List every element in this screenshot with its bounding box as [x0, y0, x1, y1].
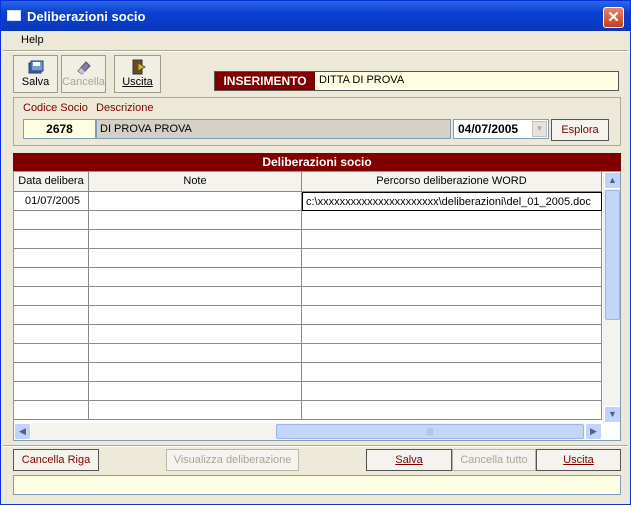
toolbar-save-label: Salva	[21, 76, 50, 88]
table-cell[interactable]	[89, 211, 302, 230]
table-cell[interactable]	[14, 306, 89, 325]
table-cell[interactable]	[302, 363, 602, 382]
table-cell[interactable]	[14, 363, 89, 382]
member-description-label: Descrizione	[96, 102, 154, 114]
delete-row-button[interactable]: Cancella Riga	[13, 449, 99, 471]
table-row[interactable]	[14, 287, 602, 306]
table-row[interactable]	[14, 401, 602, 420]
exit-door-icon	[132, 59, 146, 75]
toolbar-exit-button[interactable]: Uscita	[114, 55, 161, 93]
table-cell[interactable]	[89, 363, 302, 382]
toolbar-save-button[interactable]: Salva	[13, 55, 58, 93]
table-cell[interactable]	[302, 401, 602, 420]
menu-help[interactable]: Help	[21, 34, 44, 46]
deliberations-grid: Data delibera Note Percorso deliberazion…	[13, 171, 621, 441]
table-cell[interactable]	[302, 268, 602, 287]
delete-all-button[interactable]: Cancella tutto	[452, 449, 536, 471]
chevron-down-icon[interactable]: ▼	[532, 121, 547, 137]
toolbar-delete-label: Cancella	[62, 76, 105, 88]
table-cell[interactable]	[14, 382, 89, 401]
member-description-field[interactable]: DI PROVA PROVA	[96, 119, 451, 139]
table-cell[interactable]	[14, 211, 89, 230]
table-row[interactable]	[14, 268, 602, 287]
mode-label: INSERIMENTO	[215, 72, 315, 90]
view-deliberation-button[interactable]: Visualizza deliberazione	[166, 449, 299, 471]
save-icon	[28, 60, 43, 74]
table-cell[interactable]	[89, 192, 302, 211]
table-cell[interactable]	[14, 249, 89, 268]
table-cell[interactable]	[89, 306, 302, 325]
table-cell[interactable]	[302, 249, 602, 268]
member-code-field[interactable]: 2678	[23, 119, 96, 139]
table-row[interactable]	[14, 363, 602, 382]
horizontal-scroll-thumb[interactable]: |||	[276, 424, 584, 439]
table-row[interactable]	[14, 325, 602, 344]
table-cell[interactable]	[14, 325, 89, 344]
column-header-notes[interactable]: Note	[89, 172, 302, 192]
vertical-scroll-thumb[interactable]	[605, 190, 620, 320]
table-row[interactable]	[14, 382, 602, 401]
eraser-icon	[76, 61, 91, 75]
menu-bar: Help	[1, 31, 630, 50]
vertical-scrollbar[interactable]: ▲ ▼	[603, 172, 620, 423]
toolbar-exit-label: Uscita	[122, 76, 153, 88]
grid-caption: Deliberazioni socio	[13, 153, 621, 171]
table-cell[interactable]	[89, 382, 302, 401]
table-row[interactable]	[14, 230, 602, 249]
column-header-date[interactable]: Data delibera	[14, 172, 89, 192]
table-cell[interactable]	[89, 325, 302, 344]
close-button[interactable]: ✕	[603, 7, 624, 28]
table-cell[interactable]	[89, 268, 302, 287]
table-cell[interactable]	[302, 211, 602, 230]
table-row[interactable]	[14, 306, 602, 325]
table-cell[interactable]	[89, 287, 302, 306]
bottom-separator	[3, 445, 628, 447]
scroll-up-icon[interactable]: ▲	[604, 172, 620, 189]
horizontal-scrollbar[interactable]: ◀ ||| ▶	[14, 423, 602, 440]
table-cell[interactable]	[14, 344, 89, 363]
app-window: Deliberazioni socio ✕ Help Salva Cancell…	[0, 0, 631, 505]
scroll-down-icon[interactable]: ▼	[604, 406, 620, 423]
table-cell[interactable]	[302, 230, 602, 249]
title-bar[interactable]: Deliberazioni socio ✕	[1, 1, 630, 31]
scroll-right-icon[interactable]: ▶	[585, 423, 602, 440]
table-cell[interactable]	[302, 287, 602, 306]
scroll-left-icon[interactable]: ◀	[14, 423, 31, 440]
window-icon	[7, 10, 21, 21]
save-button[interactable]: Salva	[366, 449, 452, 471]
table-cell[interactable]: 01/07/2005	[14, 192, 89, 211]
table-cell[interactable]	[89, 230, 302, 249]
table-row[interactable]: 01/07/2005 c:\xxxxxxxxxxxxxxxxxxxxxx\deli…	[14, 192, 602, 211]
table-row[interactable]	[14, 249, 602, 268]
menu-separator	[3, 50, 628, 52]
table-cell[interactable]	[89, 249, 302, 268]
column-header-path[interactable]: Percorso deliberazione WORD	[302, 172, 602, 192]
table-cell[interactable]	[14, 287, 89, 306]
member-code-label: Codice Socio	[23, 102, 88, 114]
explore-button[interactable]: Esplora	[551, 119, 609, 141]
table-cell[interactable]	[302, 306, 602, 325]
date-value: 04/07/2005	[458, 122, 519, 136]
table-cell[interactable]	[302, 382, 602, 401]
exit-button[interactable]: Uscita	[536, 449, 621, 471]
table-cell[interactable]	[302, 325, 602, 344]
status-bar	[13, 475, 621, 495]
company-name: DITTA DI PROVA	[319, 74, 405, 86]
toolbar-delete-button[interactable]: Cancella	[61, 55, 106, 93]
table-cell[interactable]: c:\xxxxxxxxxxxxxxxxxxxxxx\deliberazioni\…	[302, 192, 602, 211]
table-cell[interactable]	[89, 401, 302, 420]
table-cell[interactable]	[14, 268, 89, 287]
window-title: Deliberazioni socio	[27, 9, 146, 24]
table-row[interactable]	[14, 211, 602, 230]
table-cell[interactable]	[14, 401, 89, 420]
table-row[interactable]	[14, 344, 602, 363]
table-cell[interactable]	[14, 230, 89, 249]
mode-box: INSERIMENTO DITTA DI PROVA	[214, 71, 619, 91]
table-cell[interactable]	[89, 344, 302, 363]
table-cell[interactable]	[302, 344, 602, 363]
date-field[interactable]: 04/07/2005 ▼	[453, 119, 549, 139]
